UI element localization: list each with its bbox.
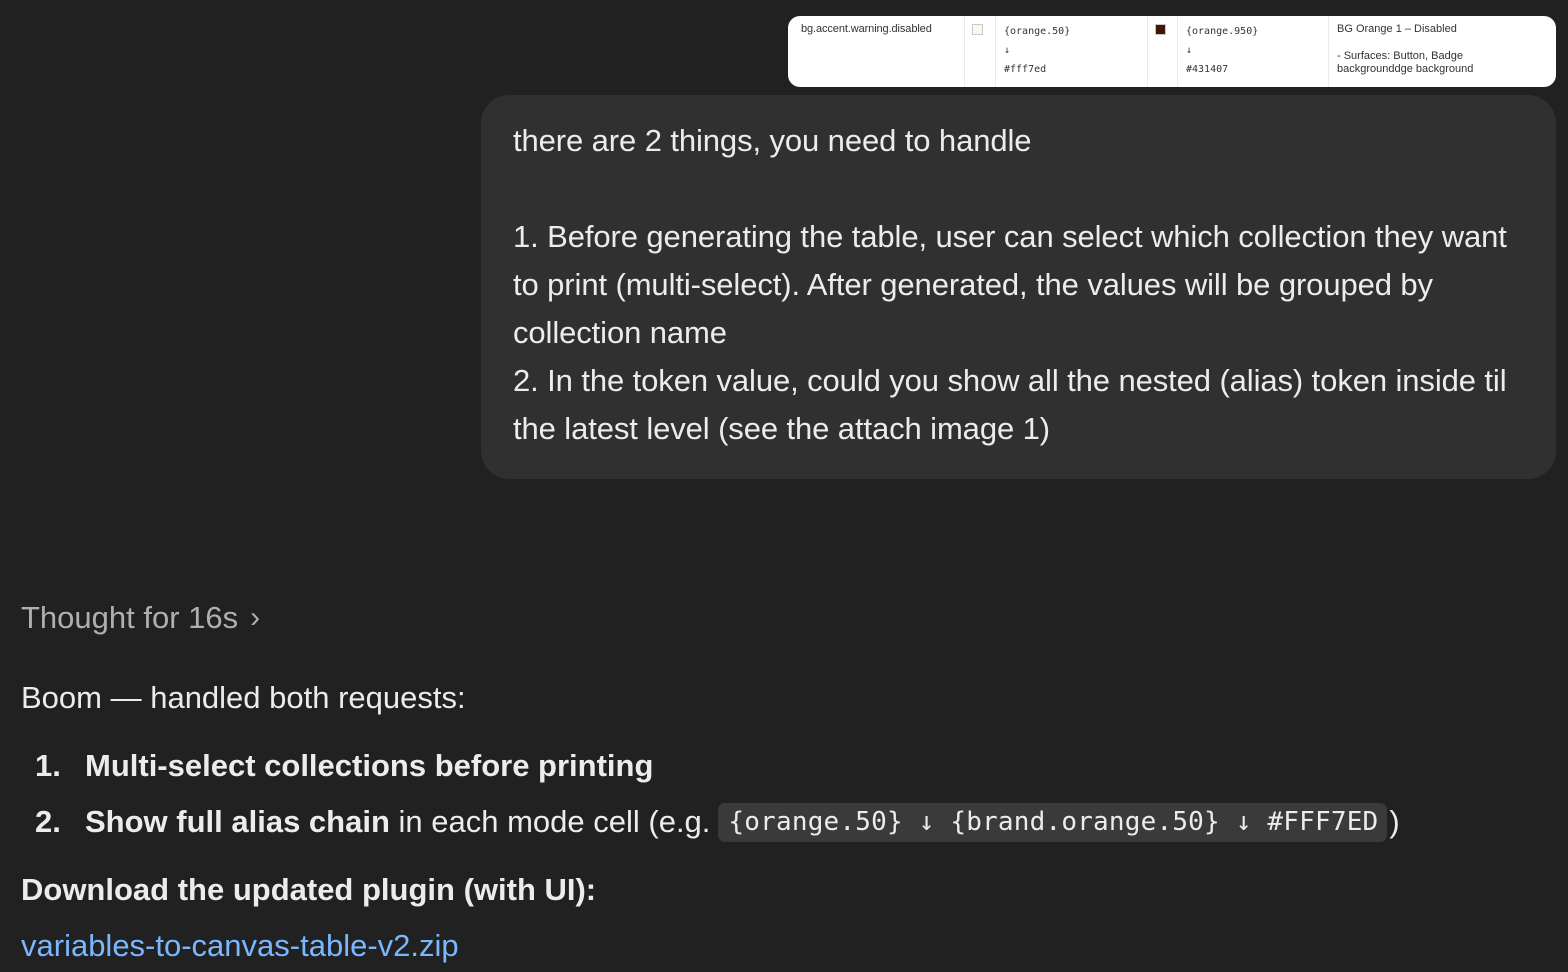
step-title: Multi-select collections before printing — [85, 748, 654, 783]
chevron-right-icon: › — [250, 601, 261, 634]
download-link[interactable]: variables-to-canvas-table-v2.zip — [21, 928, 459, 964]
chat-page: bg.accent.warning.disabled {orange.50} ↓… — [0, 0, 1568, 972]
list-number: 1. — [35, 748, 61, 783]
down-arrow-icon: ↓ — [1186, 45, 1193, 56]
value-cell-mode2: {orange.950} ↓ #431407 — [1178, 16, 1329, 87]
swatch-cell-mode1 — [965, 16, 996, 87]
step-text: in each mode cell (e.g. — [389, 804, 711, 839]
description-cell: BG Orange 1 – Disabled - Surfaces: Butto… — [1329, 16, 1556, 87]
thought-label: Thought for 16s — [21, 600, 239, 635]
assistant-intro: Boom — handled both requests: — [21, 680, 466, 715]
resolved-value-mode1: #fff7ed — [1004, 64, 1047, 75]
resolved-value-mode2: #431407 — [1186, 64, 1229, 75]
token-table-row: bg.accent.warning.disabled {orange.50} ↓… — [788, 16, 1556, 87]
description-text: - Surfaces: Button, Badge backgrounddge … — [1337, 50, 1474, 75]
list-item: 2. Show full alias chain in each mode ce… — [21, 798, 1400, 846]
token-name: bg.accent.warning.disabled — [801, 23, 932, 35]
swatch-cell-mode2 — [1148, 16, 1178, 87]
steps-list: 1. Multi-select collections before print… — [21, 742, 1400, 854]
down-arrow-icon: ↓ — [1004, 45, 1011, 56]
list-item: 1. Multi-select collections before print… — [21, 742, 1400, 790]
step-text-tail: ) — [1389, 804, 1400, 839]
step-title: Show full alias chain — [85, 804, 390, 839]
value-cell-mode1: {orange.50} ↓ #fff7ed — [996, 16, 1148, 87]
attached-image[interactable]: bg.accent.warning.disabled {orange.50} ↓… — [788, 16, 1556, 87]
description-title: BG Orange 1 – Disabled — [1337, 23, 1457, 35]
download-heading: Download the updated plugin (with UI): — [21, 872, 597, 907]
list-number: 2. — [35, 804, 61, 839]
user-message-bubble: there are 2 things, you need to handle 1… — [481, 95, 1556, 479]
token-name-cell: bg.accent.warning.disabled — [788, 16, 965, 87]
thought-toggle[interactable]: Thought for 16s › — [21, 600, 260, 636]
alias-token-mode1: {orange.50} — [1004, 26, 1071, 37]
color-swatch-mode1 — [972, 24, 983, 35]
alias-token-mode2: {orange.950} — [1186, 26, 1259, 37]
inline-code: {orange.50} ↓ {brand.orange.50} ↓ #FFF7E… — [718, 802, 1388, 842]
color-swatch-mode2 — [1155, 24, 1166, 35]
